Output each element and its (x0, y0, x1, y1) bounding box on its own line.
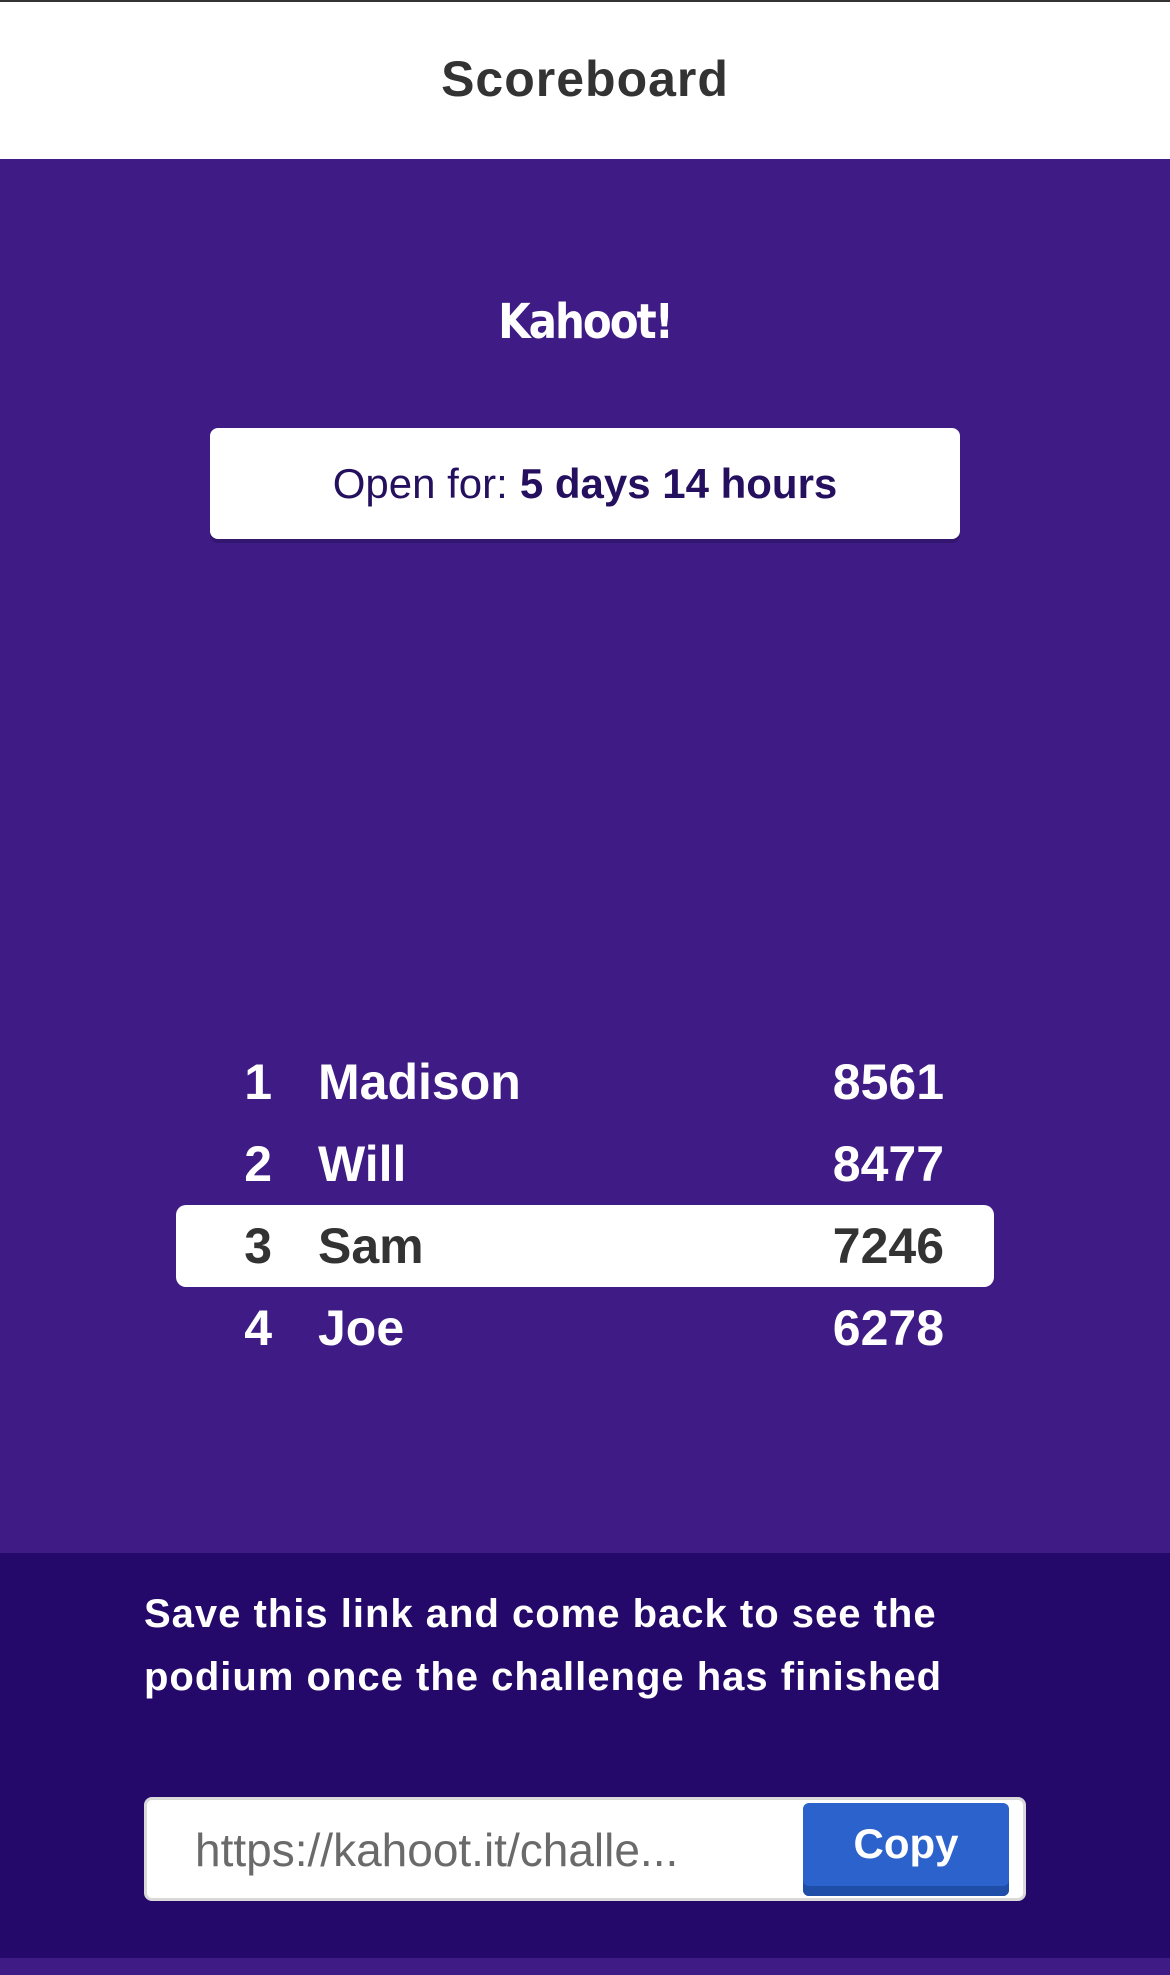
player-score: 7246 (832, 1218, 944, 1274)
score-rank: 2 (244, 1136, 272, 1192)
bottom-edge (0, 1958, 1170, 1975)
score-row: 2 Will 8477 (176, 1123, 994, 1205)
player-name: Madison (318, 1054, 521, 1110)
player-score: 8477 (832, 1136, 944, 1192)
header-bar: Scoreboard (0, 2, 1170, 159)
player-score: 6278 (832, 1300, 944, 1356)
kahoot-logo: Kahoot! (498, 293, 674, 350)
copy-button[interactable]: Copy (803, 1803, 1009, 1896)
scoreboard-list: 1 Madison 8561 2 Will 8477 3 Sam 7246 4 … (176, 1041, 994, 1369)
score-rank: 1 (244, 1054, 272, 1110)
player-score: 8561 (832, 1054, 944, 1110)
score-row-highlighted: 3 Sam 7246 (176, 1205, 994, 1287)
open-for-timer: Open for: 5 days 14 hours (210, 428, 960, 539)
share-link-box: Copy (144, 1797, 1026, 1901)
player-name: Sam (318, 1218, 424, 1274)
challenge-link-input[interactable] (195, 1820, 755, 1880)
share-link-footer: Save this link and come back to see the … (0, 1553, 1170, 1958)
main-panel: Kahoot! Open for: 5 days 14 hours 1 Madi… (0, 159, 1170, 1553)
score-row: 4 Joe 6278 (176, 1287, 994, 1369)
score-row: 1 Madison 8561 (176, 1041, 994, 1123)
score-rank: 3 (244, 1218, 272, 1274)
save-link-message: Save this link and come back to see the … (144, 1592, 943, 1699)
score-rank: 4 (244, 1300, 272, 1356)
player-name: Will (318, 1136, 407, 1192)
page-title: Scoreboard (441, 51, 729, 107)
player-name: Joe (318, 1300, 405, 1356)
timer-label: Open for: (332, 459, 508, 507)
timer-value: 5 days 14 hours (519, 459, 838, 507)
